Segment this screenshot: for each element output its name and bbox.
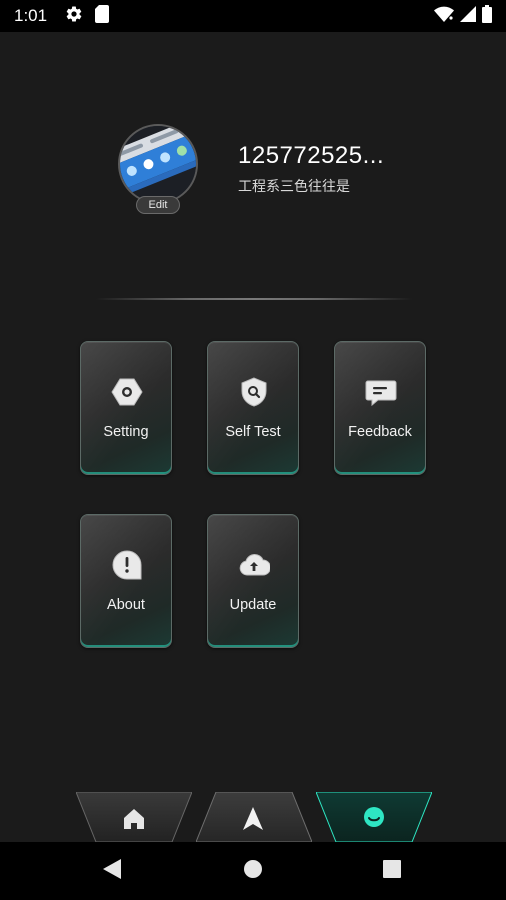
- user-id: 125772525...: [238, 142, 385, 169]
- system-recents-button[interactable]: [362, 842, 422, 900]
- nav-tab-profile[interactable]: [316, 792, 432, 842]
- back-triangle-icon: [103, 858, 121, 884]
- sd-card-icon: [95, 4, 110, 28]
- tile-setting-label: Setting: [103, 424, 149, 440]
- tile-setting[interactable]: Setting: [80, 341, 172, 475]
- home-circle-icon: [243, 859, 263, 884]
- main-content: Edit 125772525... 工程系三色往往是 Setting Self …: [0, 32, 506, 842]
- divider: [96, 298, 412, 300]
- system-nav-bar: [0, 842, 506, 900]
- user-subtitle: 工程系三色往往是: [238, 178, 350, 194]
- avatar[interactable]: [118, 124, 198, 204]
- tile-update[interactable]: Update: [207, 514, 299, 648]
- status-time: 1:01: [14, 6, 48, 25]
- cloud-upload-icon: [238, 549, 271, 581]
- shield-search-icon: [238, 376, 270, 408]
- tile-about-label: About: [107, 597, 145, 613]
- tile-self-test-label: Self Test: [225, 424, 281, 440]
- signal-icon: [460, 5, 476, 27]
- recents-square-icon: [383, 859, 401, 883]
- avatar-image: [120, 126, 196, 202]
- tile-feedback-label: Feedback: [348, 424, 412, 440]
- system-back-button[interactable]: [82, 842, 142, 900]
- hexagon-gear-icon: [111, 376, 143, 408]
- tile-feedback[interactable]: Feedback: [334, 341, 426, 475]
- nav-tab-home[interactable]: [76, 792, 192, 842]
- tile-update-label: Update: [229, 597, 277, 613]
- wifi-icon: [434, 6, 454, 27]
- edit-avatar-button[interactable]: Edit: [136, 196, 180, 214]
- chat-bubble-icon: [365, 376, 397, 408]
- avatar-container[interactable]: Edit: [118, 124, 198, 214]
- tile-self-test[interactable]: Self Test: [207, 341, 299, 475]
- status-bar: 1:01: [0, 0, 506, 32]
- status-left-icons: [65, 4, 110, 28]
- status-right-icons: [434, 4, 492, 28]
- settings-gear-icon: [65, 5, 83, 28]
- bottom-nav: [0, 792, 506, 842]
- info-exclamation-icon: [111, 549, 143, 581]
- system-home-button[interactable]: [223, 842, 283, 900]
- nav-tab-navigate[interactable]: [196, 792, 312, 842]
- tile-about[interactable]: About: [80, 514, 172, 648]
- battery-icon: [482, 4, 492, 28]
